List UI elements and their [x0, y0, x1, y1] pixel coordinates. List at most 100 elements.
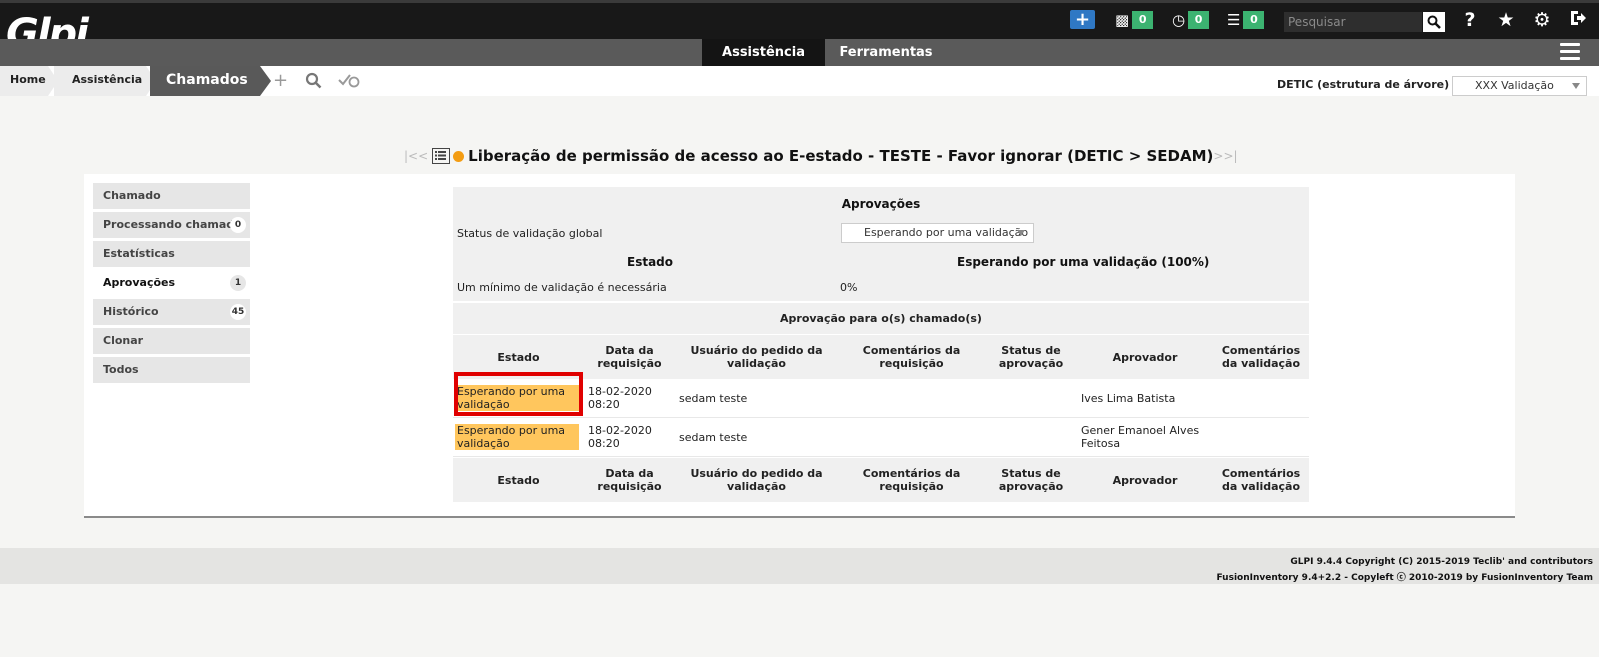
- breadcrumb-separator: [260, 66, 271, 96]
- menu-toggle-icon[interactable]: [1560, 43, 1580, 64]
- highlight-annotation-box: [454, 372, 583, 416]
- prev-item-link[interactable]: |<<: [404, 149, 428, 163]
- status-cell: [985, 379, 1077, 417]
- column-header: Comentários da requisição: [862, 467, 961, 493]
- breadcrumb-home[interactable]: Home: [0, 66, 48, 96]
- state-heading: Estado: [627, 255, 674, 269]
- ticket-title-line: |<< Liberação de permissão de acesso ao …: [404, 145, 1238, 167]
- help-icon[interactable]: ?: [1458, 9, 1482, 31]
- tab-count-badge: 45: [230, 304, 246, 320]
- column-header: Comentários da requisição: [862, 344, 961, 370]
- tasklist-icon: ☰: [1227, 11, 1241, 29]
- status-badge: Esperando por uma validação: [455, 424, 579, 450]
- aprovador-cell: Gener Emanoel Alves Feitosa: [1081, 424, 1200, 450]
- clock-icon: ◷: [1172, 11, 1186, 29]
- column-header: Aprovador: [1112, 350, 1178, 364]
- entity-label: DETIC (estrutura de árvore): [1277, 78, 1450, 91]
- tasklist-counter[interactable]: ☰ 0: [1227, 10, 1265, 30]
- data-cell: 18-02-2020 08:20: [588, 424, 652, 450]
- tab-assistencia[interactable]: Assistência: [702, 39, 825, 66]
- status-cell: [985, 418, 1077, 456]
- usuario-cell: sedam teste: [679, 391, 748, 405]
- approvals-heading: Aprovações: [841, 197, 921, 211]
- footer: GLPI 9.4.4 Copyright (C) 2015-2019 Tecli…: [0, 548, 1599, 584]
- global-status-value: Esperando por uma validação: [864, 226, 1029, 239]
- breadcrumb-chamados[interactable]: Chamados: [150, 66, 260, 96]
- global-status-label: Status de validação global: [457, 227, 603, 240]
- column-header: Data da requisição: [597, 344, 662, 370]
- tab-label: Todos: [103, 363, 139, 376]
- add-icon[interactable]: +: [1070, 10, 1095, 29]
- ticket-counter[interactable]: ▩ 0: [1115, 10, 1154, 30]
- column-header: Status de aprovação: [998, 344, 1064, 370]
- column-header: Estado: [497, 473, 540, 487]
- tab-aprovacoes[interactable]: Aprovações 1: [93, 270, 250, 296]
- search-input[interactable]: [1284, 12, 1422, 32]
- aprovador-cell: Ives Lima Batista: [1081, 391, 1176, 405]
- tab-count-badge: 1: [230, 275, 246, 291]
- table-footer-row: Estado Data da requisição Usuário do ped…: [453, 457, 1309, 502]
- tab-historico[interactable]: Histórico 45: [93, 299, 250, 325]
- tasklist-count-badge: 0: [1243, 11, 1265, 29]
- entity-select-value: XXX Validação: [1475, 79, 1554, 92]
- comentarios-validacao-cell: [1213, 379, 1309, 417]
- clock-counter[interactable]: ◷ 0: [1172, 10, 1210, 30]
- tab-label: Histórico: [103, 305, 159, 318]
- magnifier-svg: [305, 72, 322, 89]
- page-title: Liberação de permissão de acesso ao E-es…: [468, 147, 1214, 165]
- star-icon[interactable]: ★: [1494, 9, 1518, 31]
- entity-select[interactable]: XXX Validação: [1452, 76, 1587, 96]
- column-header: Comentários da validação: [1221, 344, 1301, 370]
- status-dot-icon: [453, 150, 465, 162]
- comentarios-validacao-cell: [1213, 418, 1309, 456]
- check-svg: [338, 74, 360, 88]
- state-value-heading: Esperando por uma validação (100%): [957, 255, 1210, 269]
- validation-table-caption: Aprovação para o(s) chamado(s): [453, 303, 1309, 334]
- ticket-icon: ▩: [1115, 11, 1130, 29]
- global-status-select[interactable]: Esperando por uma validação: [841, 223, 1034, 243]
- tab-label: Clonar: [103, 334, 144, 347]
- search-button[interactable]: [1423, 12, 1445, 32]
- column-header: Aprovador: [1112, 473, 1178, 487]
- column-header: Data da requisição: [597, 467, 662, 493]
- ticket-count-badge: 0: [1132, 11, 1154, 29]
- gear-icon[interactable]: ⚙: [1530, 9, 1554, 31]
- logout-icon[interactable]: [1566, 9, 1590, 32]
- tab-ferramentas[interactable]: Ferramentas: [826, 39, 946, 66]
- column-header: Usuário do pedido da validação: [690, 344, 823, 370]
- tab-chamado[interactable]: Chamado: [93, 183, 250, 209]
- usuario-cell: sedam teste: [679, 430, 748, 444]
- search-tickets-icon[interactable]: [305, 72, 322, 94]
- column-header: Comentários da validação: [1221, 467, 1301, 493]
- clock-count-badge: 0: [1188, 11, 1210, 29]
- main-menu-bar: Assistência Ferramentas: [0, 39, 1599, 66]
- chevron-down-icon: [1017, 230, 1025, 236]
- tab-label: Estatísticas: [103, 247, 175, 260]
- add-ticket-icon[interactable]: +: [273, 70, 288, 91]
- footer-copyright-glpi: GLPI 9.4.4 Copyright (C) 2015-2019 Tecli…: [1290, 557, 1593, 567]
- tab-clonar[interactable]: Clonar: [93, 328, 250, 354]
- logout-svg: [1571, 11, 1586, 25]
- table-row[interactable]: Esperando por uma validação 18-02-2020 0…: [453, 418, 1309, 457]
- search-icon: [1427, 15, 1441, 29]
- chevron-down-icon: [1572, 83, 1580, 89]
- comentarios-cell: [838, 418, 985, 456]
- footer-copyright-fusion: FusionInventory 9.4+2.2 - Copyleft ⓒ 201…: [1216, 573, 1593, 583]
- tab-processando-chamado[interactable]: Processando chamado 0: [93, 212, 250, 238]
- tab-label: Chamado: [103, 189, 161, 202]
- validation-check-icon[interactable]: [338, 72, 360, 93]
- tab-estatisticas[interactable]: Estatísticas: [93, 241, 250, 267]
- min-validation-label: Um mínimo de validação é necessária: [457, 281, 667, 294]
- side-tabs: Chamado Processando chamado 0 Estatística…: [93, 183, 250, 386]
- tab-label: Aprovações: [103, 276, 176, 289]
- approvals-panel: Aprovações Status de validação global Es…: [453, 187, 1309, 301]
- list-icon[interactable]: [432, 148, 451, 164]
- tab-count-badge: 0: [230, 217, 246, 233]
- estado-cell: Esperando por uma validação: [453, 418, 584, 456]
- data-cell: 18-02-2020 08:20: [588, 385, 652, 411]
- comentarios-cell: [838, 379, 985, 417]
- next-item-link[interactable]: >>|: [1213, 149, 1237, 163]
- column-header: Usuário do pedido da validação: [690, 467, 823, 493]
- tab-todos[interactable]: Todos: [93, 357, 250, 383]
- breadcrumb-assistencia[interactable]: Assistência: [54, 66, 146, 96]
